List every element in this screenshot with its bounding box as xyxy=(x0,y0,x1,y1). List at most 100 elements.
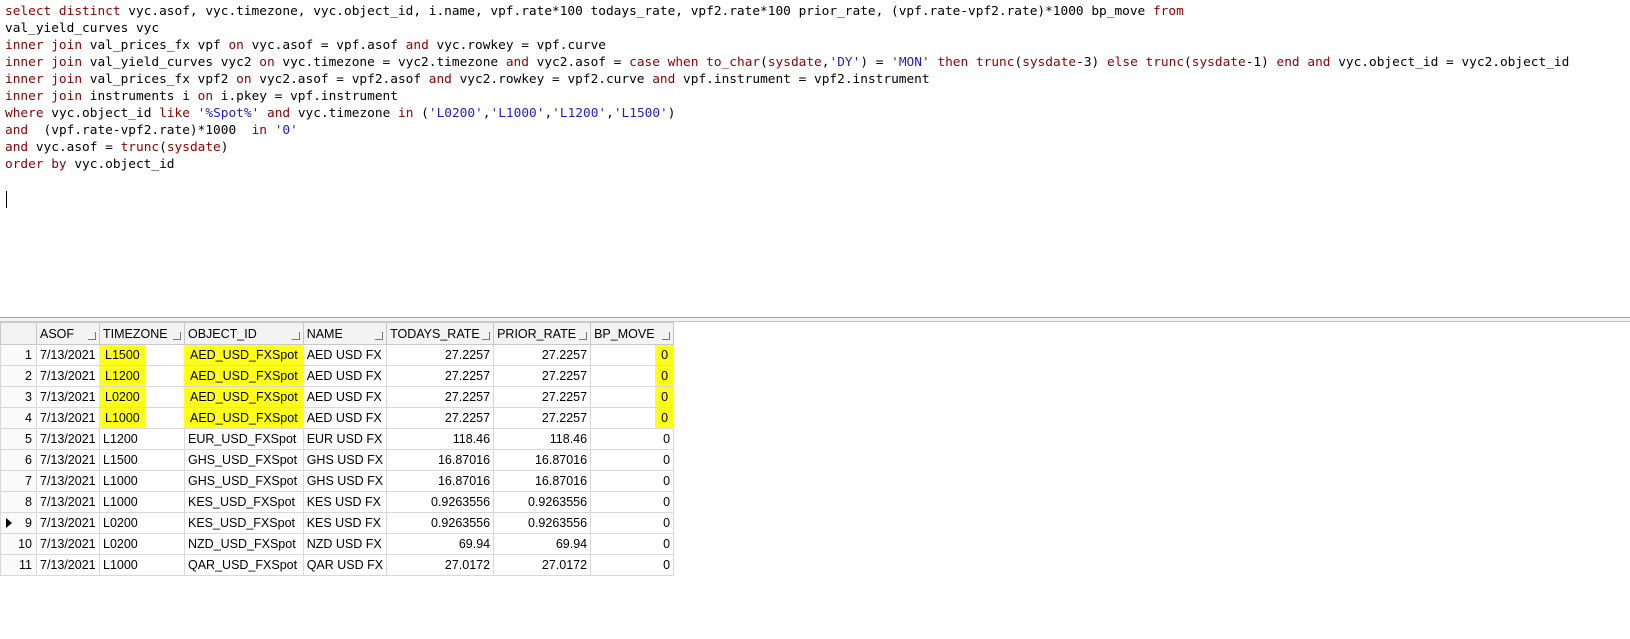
grid-cell[interactable]: QAR USD FX xyxy=(302,554,388,576)
grid-cell[interactable]: 0.9263556 xyxy=(386,512,495,534)
grid-cell[interactable]: 27.2257 xyxy=(386,386,495,408)
grid-cell[interactable]: L0200 xyxy=(99,512,185,534)
column-header-bp-move[interactable]: BP_MOVE xyxy=(590,322,675,345)
grid-cell[interactable]: 27.2257 xyxy=(493,344,592,366)
table-row[interactable]: 11 7/13/2021 L1000 QAR_USD_FXSpot QAR USD FX… xyxy=(0,554,675,576)
sort-icon[interactable] xyxy=(375,332,384,340)
grid-cell[interactable]: 27.2257 xyxy=(493,365,592,387)
row-number[interactable]: 4 xyxy=(0,407,37,429)
row-number[interactable]: 9 xyxy=(0,512,37,534)
grid-cell[interactable]: 0 xyxy=(590,512,675,534)
grid-cell[interactable]: 16.87016 xyxy=(493,470,592,492)
row-number[interactable]: 6 xyxy=(0,449,37,471)
table-row[interactable]: 9 7/13/2021 L0200 KES_USD_FXSpot KES USD FX 0… xyxy=(0,512,675,534)
grid-cell[interactable]: 7/13/2021 xyxy=(36,344,100,366)
row-number[interactable]: 11 xyxy=(0,554,37,576)
grid-cell[interactable]: GHS_USD_FXSpot xyxy=(184,470,304,492)
column-header-name[interactable]: NAME xyxy=(302,322,388,345)
grid-cell[interactable]: AED USD FX xyxy=(302,407,388,429)
table-row[interactable]: 8 7/13/2021 L1000 KES_USD_FXSpot KES USD FX 0… xyxy=(0,491,675,513)
grid-cell[interactable]: 16.87016 xyxy=(493,449,592,471)
row-number[interactable]: 10 xyxy=(0,533,37,555)
grid-cell[interactable]: KES USD FX xyxy=(302,512,388,534)
grid-cell[interactable]: AED USD FX xyxy=(302,365,388,387)
grid-cell[interactable]: L0200 xyxy=(99,533,185,555)
sql-code[interactable]: select distinct vyc.asof, vyc.timezone, … xyxy=(5,3,1569,173)
grid-cell[interactable]: AED_USD_FXSpot xyxy=(184,344,304,366)
grid-cell[interactable]: 7/13/2021 xyxy=(36,470,100,492)
grid-cell[interactable]: 16.87016 xyxy=(386,449,495,471)
grid-cell[interactable]: 69.94 xyxy=(493,533,592,555)
grid-cell[interactable]: L1500 xyxy=(99,344,185,366)
column-header-todays-rate[interactable]: TODAYS_RATE xyxy=(386,322,495,345)
sort-icon[interactable] xyxy=(291,332,300,340)
grid-cell[interactable]: 7/13/2021 xyxy=(36,512,100,534)
row-number[interactable]: 7 xyxy=(0,470,37,492)
grid-cell[interactable]: 7/13/2021 xyxy=(36,491,100,513)
grid-cell[interactable]: 0 xyxy=(590,554,675,576)
grid-cell[interactable]: L1000 xyxy=(99,491,185,513)
column-header-timezone[interactable]: TIMEZONE xyxy=(99,322,185,345)
grid-cell[interactable]: GHS USD FX xyxy=(302,449,388,471)
grid-cell[interactable]: 0 xyxy=(590,449,675,471)
grid-cell[interactable]: AED USD FX xyxy=(302,386,388,408)
grid-cell[interactable]: GHS_USD_FXSpot xyxy=(184,449,304,471)
grid-cell[interactable]: QAR_USD_FXSpot xyxy=(184,554,304,576)
grid-cell[interactable]: AED_USD_FXSpot xyxy=(184,407,304,429)
sort-icon[interactable] xyxy=(482,332,491,340)
grid-cell[interactable]: 0 xyxy=(590,533,675,555)
row-number[interactable]: 2 xyxy=(0,365,37,387)
grid-cell[interactable]: 0.9263556 xyxy=(493,512,592,534)
grid-cell[interactable]: 27.0172 xyxy=(386,554,495,576)
table-row[interactable]: 7 7/13/2021 L1000 GHS_USD_FXSpot GHS USD FX 1… xyxy=(0,470,675,492)
grid-cell[interactable]: 0 xyxy=(590,491,675,513)
table-row[interactable]: 3 7/13/2021 L0200 AED_USD_FXSpot AED USD FX 2… xyxy=(0,386,675,408)
grid-cell[interactable]: 27.0172 xyxy=(493,554,592,576)
grid-cell[interactable]: L1200 xyxy=(99,428,185,450)
grid-cell[interactable]: L1500 xyxy=(99,449,185,471)
table-row[interactable]: 2 7/13/2021 L1200 AED_USD_FXSpot AED USD FX 2… xyxy=(0,365,675,387)
sql-editor[interactable]: select distinct vyc.asof, vyc.timezone, … xyxy=(0,0,1630,318)
grid-cell[interactable]: AED USD FX xyxy=(302,344,388,366)
grid-cell[interactable]: L0200 xyxy=(99,386,185,408)
grid-cell[interactable]: 0 xyxy=(590,386,675,408)
grid-cell[interactable]: 7/13/2021 xyxy=(36,533,100,555)
grid-cell[interactable]: 27.2257 xyxy=(386,344,495,366)
sort-icon[interactable] xyxy=(173,332,181,340)
sort-icon[interactable] xyxy=(88,332,96,340)
grid-cell[interactable]: 7/13/2021 xyxy=(36,428,100,450)
grid-cell[interactable]: KES_USD_FXSpot xyxy=(184,512,304,534)
table-row[interactable]: 5 7/13/2021 L1200 EUR_USD_FXSpot EUR USD FX 1… xyxy=(0,428,675,450)
grid-cell[interactable]: AED_USD_FXSpot xyxy=(184,386,304,408)
grid-cell[interactable]: 27.2257 xyxy=(386,365,495,387)
sort-icon[interactable] xyxy=(579,332,588,340)
grid-cell[interactable]: GHS USD FX xyxy=(302,470,388,492)
grid-cell[interactable]: NZD_USD_FXSpot xyxy=(184,533,304,555)
grid-cell[interactable]: NZD USD FX xyxy=(302,533,388,555)
grid-cell[interactable]: L1000 xyxy=(99,470,185,492)
grid-cell[interactable]: 7/13/2021 xyxy=(36,365,100,387)
sort-icon[interactable] xyxy=(662,332,671,340)
column-header-object-id[interactable]: OBJECT_ID xyxy=(184,322,304,345)
grid-cell[interactable]: 0.9263556 xyxy=(386,491,495,513)
row-number[interactable]: 5 xyxy=(0,428,37,450)
grid-cell[interactable]: 118.46 xyxy=(386,428,495,450)
table-row[interactable]: 1 7/13/2021 L1500 AED_USD_FXSpot AED USD FX 2… xyxy=(0,344,675,366)
row-number[interactable]: 1 xyxy=(0,344,37,366)
grid-cell[interactable]: AED_USD_FXSpot xyxy=(184,365,304,387)
grid-cell[interactable]: 16.87016 xyxy=(386,470,495,492)
grid-cell[interactable]: 69.94 xyxy=(386,533,495,555)
grid-cell[interactable]: 27.2257 xyxy=(386,407,495,429)
grid-cell[interactable]: 118.46 xyxy=(493,428,592,450)
grid-cell[interactable]: 27.2257 xyxy=(493,386,592,408)
grid-cell[interactable]: EUR_USD_FXSpot xyxy=(184,428,304,450)
grid-cell[interactable]: L1200 xyxy=(99,365,185,387)
column-header-prior-rate[interactable]: PRIOR_RATE xyxy=(493,322,592,345)
table-row[interactable]: 4 7/13/2021 L1000 AED_USD_FXSpot AED USD FX 2… xyxy=(0,407,675,429)
row-number[interactable]: 8 xyxy=(0,491,37,513)
column-header-asof[interactable]: ASOF xyxy=(36,322,100,345)
grid-cell[interactable]: 7/13/2021 xyxy=(36,407,100,429)
grid-cell[interactable]: 7/13/2021 xyxy=(36,554,100,576)
grid-cell[interactable]: KES_USD_FXSpot xyxy=(184,491,304,513)
grid-cell[interactable]: L1000 xyxy=(99,407,185,429)
